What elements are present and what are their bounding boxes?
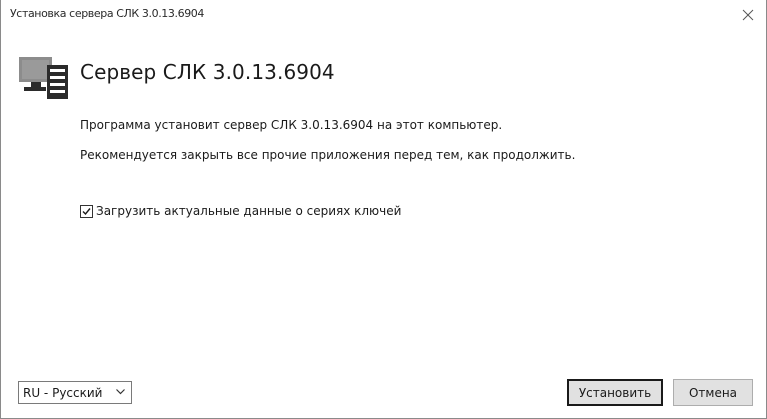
chevron-down-icon — [116, 389, 125, 395]
installer-window: Установка сервера СЛК 3.0.13.6904 Сервер… — [0, 0, 767, 419]
close-icon — [742, 9, 754, 21]
download-key-series-checkbox[interactable] — [80, 204, 93, 218]
language-select[interactable]: RU - Русский — [18, 381, 132, 404]
language-selected-value: RU - Русский — [23, 385, 103, 400]
close-apps-recommendation: Рекомендуется закрыть все прочие приложе… — [80, 148, 576, 162]
cancel-button[interactable]: Отмена — [673, 379, 753, 406]
download-key-series-option[interactable]: Загрузить актуальные данные о сериях клю… — [80, 202, 401, 220]
download-key-series-label: Загрузить актуальные данные о сериях клю… — [96, 204, 402, 218]
page-title: Сервер СЛК 3.0.13.6904 — [80, 60, 335, 84]
window-title: Установка сервера СЛК 3.0.13.6904 — [10, 7, 204, 20]
close-button[interactable] — [730, 0, 766, 30]
server-computer-icon — [18, 56, 70, 100]
checkmark-icon — [82, 207, 91, 215]
title-bar[interactable]: Установка сервера СЛК 3.0.13.6904 — [1, 0, 766, 30]
install-button[interactable]: Установить — [567, 379, 663, 406]
install-description: Программа установит сервер СЛК 3.0.13.69… — [80, 118, 503, 132]
